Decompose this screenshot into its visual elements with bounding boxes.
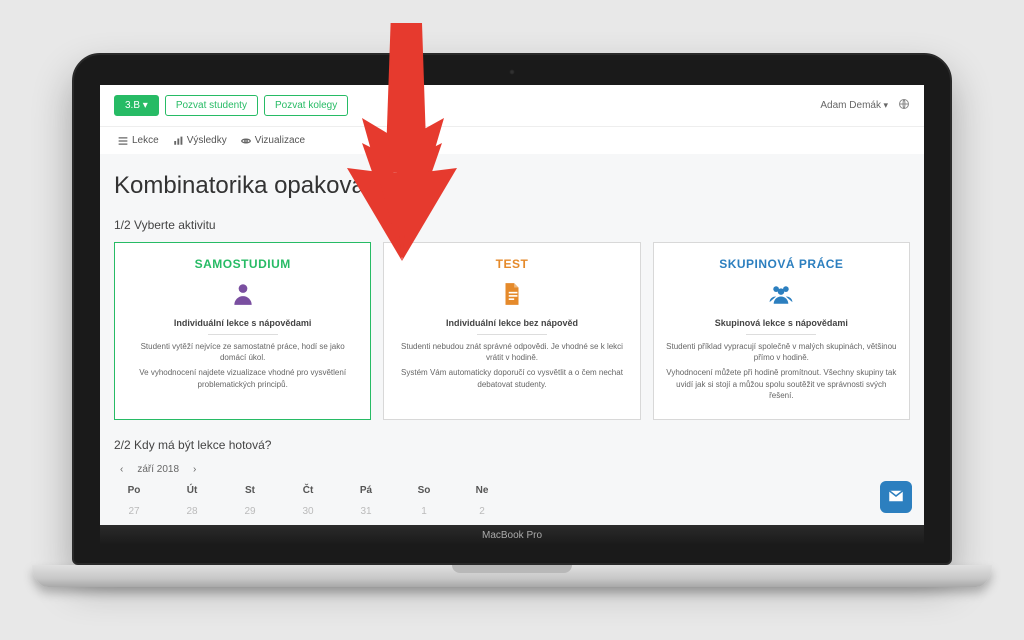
- calendar-day-header: Út: [172, 485, 212, 496]
- tab-label: Výsledky: [187, 135, 227, 146]
- step2-label: 2/2 Kdy má být lekce hotová?: [114, 438, 910, 452]
- card-desc: Studenti příklad vypracují společně v ma…: [666, 341, 897, 363]
- language-icon[interactable]: [898, 98, 910, 113]
- calendar-day[interactable]: 31: [346, 506, 386, 517]
- user-menu[interactable]: Adam Demák: [820, 100, 888, 111]
- card-desc: Studenti nebudou znát správné odpovědi. …: [396, 341, 627, 363]
- calendar-day-header: So: [404, 485, 444, 496]
- divider: [208, 334, 278, 335]
- calendar-day[interactable]: 28: [172, 506, 212, 517]
- calendar-day-header: Pá: [346, 485, 386, 496]
- card-desc: Systém Vám automaticky doporučí co vysvě…: [396, 367, 627, 389]
- tab-label: Vizualizace: [255, 135, 305, 146]
- tab-lessons[interactable]: Lekce: [118, 135, 159, 146]
- prev-month-button[interactable]: ‹: [114, 462, 129, 477]
- card-skupinova[interactable]: SKUPINOVÁ PRÁCE Skupinová lekce s nápově…: [653, 242, 910, 420]
- calendar-day[interactable]: 27: [114, 506, 154, 517]
- divider: [477, 334, 547, 335]
- next-month-button[interactable]: ›: [187, 462, 202, 477]
- calendar-day-header: St: [230, 485, 270, 496]
- tabs-bar: Lekce Výsledky Vizualizace: [100, 127, 924, 154]
- card-title: SKUPINOVÁ PRÁCE: [666, 257, 897, 271]
- card-desc: Vyhodnocení můžete při hodině promítnout…: [666, 367, 897, 401]
- calendar-day[interactable]: 30: [288, 506, 328, 517]
- card-subtitle: Individuální lekce s nápovědami: [127, 318, 358, 328]
- topbar: 3.B ▾ Pozvat studenty Pozvat kolegy Adam…: [100, 85, 924, 127]
- card-subtitle: Individuální lekce bez nápověd: [396, 318, 627, 328]
- class-switch-button[interactable]: 3.B ▾: [114, 95, 159, 116]
- card-title: TEST: [396, 257, 627, 271]
- calendar-grid: Po Út St Čt Pá So Ne 27 28 29 30 31 1 2 …: [114, 485, 910, 525]
- divider: [746, 334, 816, 335]
- card-desc: Ve vyhodnocení najdete vizualizace vhodn…: [127, 367, 358, 389]
- laptop-base: [32, 565, 992, 587]
- step1-label: 1/2 Vyberte aktivitu: [114, 218, 910, 232]
- mail-icon: [887, 487, 905, 508]
- card-test[interactable]: TEST Individuální lekce bez nápověd Stud…: [383, 242, 640, 420]
- person-icon: [127, 281, 358, 310]
- activity-cards: SAMOSTUDIUM Individuální lekce s nápověd…: [114, 242, 910, 420]
- calendar-day-header: Po: [114, 485, 154, 496]
- tab-visualize[interactable]: Vizualizace: [241, 135, 305, 146]
- chat-fab[interactable]: [880, 481, 912, 513]
- card-samostudium[interactable]: SAMOSTUDIUM Individuální lekce s nápověd…: [114, 242, 371, 420]
- group-icon: [666, 281, 897, 310]
- webcam: [509, 69, 515, 75]
- laptop-brand-label: MacBook Pro: [100, 525, 924, 545]
- calendar-day[interactable]: 2: [462, 506, 502, 517]
- calendar-nav: ‹ září 2018 ›: [114, 462, 910, 477]
- tab-label: Lekce: [132, 135, 159, 146]
- card-subtitle: Skupinová lekce s nápovědami: [666, 318, 897, 328]
- invite-students-button[interactable]: Pozvat studenty: [165, 95, 258, 116]
- calendar-day[interactable]: 1: [404, 506, 444, 517]
- invite-colleagues-button[interactable]: Pozvat kolegy: [264, 95, 348, 116]
- page-title: Kombinatorika opakování, 3.B: [114, 172, 910, 200]
- calendar-day-header: Ne: [462, 485, 502, 496]
- calendar-day[interactable]: 29: [230, 506, 270, 517]
- calendar-day-header: Čt: [288, 485, 328, 496]
- tab-results[interactable]: Výsledky: [173, 135, 227, 146]
- card-desc: Studenti vytěží nejvíce ze samostatné pr…: [127, 341, 358, 363]
- document-icon: [396, 281, 627, 310]
- card-title: SAMOSTUDIUM: [127, 257, 358, 271]
- calendar-month-label: září 2018: [137, 464, 179, 475]
- content-area: Kombinatorika opakování, 3.B 1/2 Vyberte…: [100, 154, 924, 525]
